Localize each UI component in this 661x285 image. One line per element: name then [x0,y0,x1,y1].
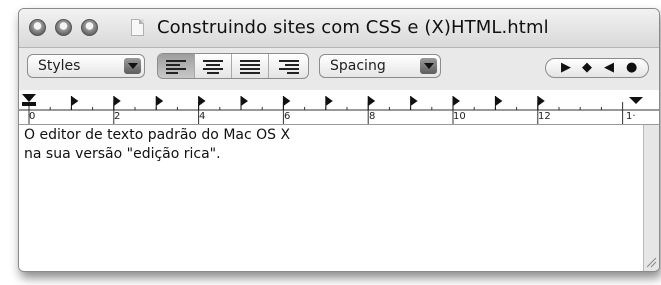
document-line: na sua versão "edição rica". [24,146,221,162]
tab-stop-marker[interactable] [452,96,460,110]
tab-stop-marker[interactable] [70,96,79,110]
document-line: O editor de texto padrão do Mac OS X [24,127,291,143]
tab-stop-marker[interactable] [410,96,418,110]
title-bar[interactable]: Construindo sites com CSS e (X)HTML.html [19,9,659,48]
tab-stop-marker[interactable] [282,96,291,110]
text-editor-window: Construindo sites com CSS e (X)HTML.html… [18,8,660,272]
ruler-label: 10 [453,111,466,122]
center-tab-icon[interactable]: ◆ [582,60,592,76]
tab-stop-marker[interactable] [155,96,164,110]
vertical-scrollbar[interactable] [643,125,659,271]
align-justify-button[interactable] [232,54,269,78]
left-tab-icon[interactable]: ◀ [604,60,614,76]
spacing-label: Spacing [330,58,386,74]
list-tab-controls: ▶ ◆ ◀ ● [545,58,649,78]
styles-popup[interactable]: Styles [27,54,145,78]
document-icon[interactable] [131,19,144,36]
align-right-button[interactable] [269,54,308,78]
close-button[interactable] [29,19,46,36]
ruler-label: 6 [284,111,291,122]
tab-stop-marker[interactable] [113,96,121,110]
window-title: Construindo sites com CSS e (X)HTML.html [157,17,549,38]
decimal-tab-icon[interactable]: ● [626,60,637,76]
ruler-label: 0 [29,111,36,122]
ruler-label: 12 [538,111,551,122]
ruler-label: 1· [626,111,636,122]
styles-label: Styles [38,58,81,74]
ruler[interactable]: 0 2 4 6 8 10 12 1· [19,90,659,125]
format-toolbar: Styles Spacing ▶ ◆ ◀ ● [19,48,659,90]
zoom-button[interactable] [81,19,98,36]
tab-stop-marker[interactable] [240,96,248,110]
tab-stop-marker[interactable] [198,96,206,110]
ruler-label: 8 [369,111,376,122]
alignment-segmented-control [157,53,309,79]
chevron-down-icon [124,58,141,74]
chevron-down-icon [420,58,437,74]
spacing-popup[interactable]: Spacing [319,54,441,78]
ruler-label: 4 [199,111,206,122]
resize-grip-icon[interactable] [645,256,657,268]
right-tab-icon[interactable]: ▶ [561,60,571,76]
align-left-button[interactable] [158,54,195,78]
tab-stop-marker[interactable] [367,96,376,110]
tab-stop-marker[interactable] [537,96,545,110]
ruler-label: 2 [114,111,121,122]
align-center-button[interactable] [195,54,232,78]
minimize-button[interactable] [55,19,72,36]
document-text-area[interactable]: O editor de texto padrão do Mac OS X na … [19,125,659,271]
tab-stop-marker[interactable] [325,96,333,110]
tab-stop-marker[interactable] [494,96,503,110]
